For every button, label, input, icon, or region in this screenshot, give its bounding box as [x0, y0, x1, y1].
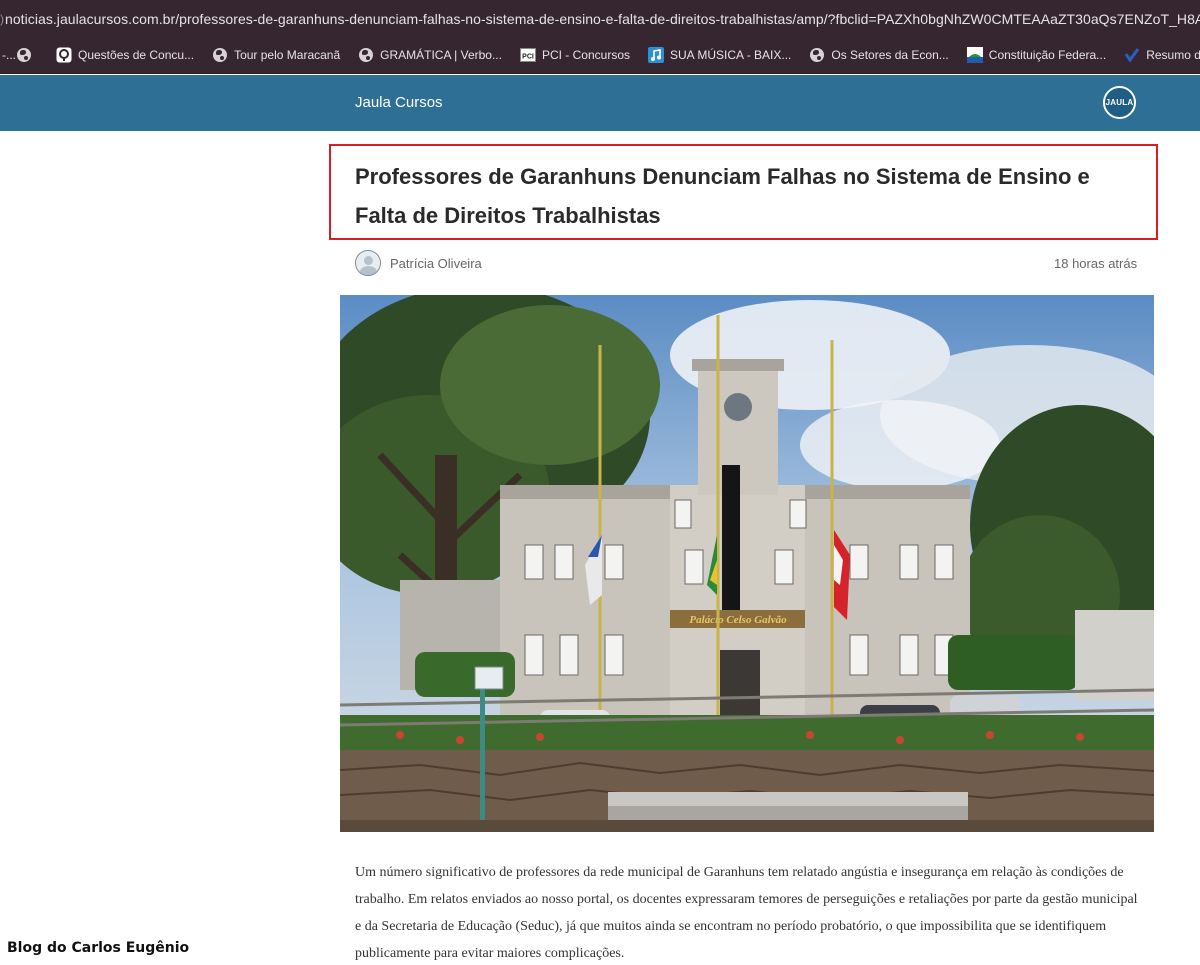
article-body: Um número significativo de professores d… [355, 865, 1138, 961]
bookmark-item-setores[interactable]: Os Setores da Econ... [809, 47, 949, 63]
site-logo[interactable]: JAULA [1103, 86, 1136, 119]
bookmark-item-resumo[interactable]: Resumo de Direito... [1124, 47, 1200, 63]
author-avatar [355, 250, 381, 276]
music-icon [648, 47, 664, 63]
watermark: Blog do Carlos Eugênio [7, 940, 190, 956]
bookmark-item-pci[interactable]: PCI PCI - Concursos [519, 47, 630, 63]
pci-icon: PCI [519, 47, 536, 63]
bookmark-label: Tour pelo Maracanã [234, 48, 341, 62]
bookmark-item-gramatica[interactable]: GRAMÁTICA | Verbo... [358, 47, 502, 63]
bookmark-label: PCI - Concursos [541, 48, 630, 62]
check-icon [1124, 47, 1140, 63]
globe-icon [16, 47, 32, 63]
author-name[interactable]: Patrícia Oliveira [390, 256, 482, 271]
site-title-link[interactable]: Jaula Cursos [355, 94, 443, 111]
bookmark-label: Os Setores da Econ... [831, 48, 949, 62]
address-bar[interactable]: ) noticias.jaulacursos.com.br/professore… [0, 0, 1200, 37]
bookmark-label: GRAMÁTICA | Verbo... [380, 48, 502, 62]
bookmark-item-tour[interactable]: Tour pelo Maracanã [212, 47, 340, 63]
bookmark-label: SUA MÚSICA - BAIX... [670, 48, 792, 62]
bookmark-item-constituicao[interactable]: Constituição Federa... [966, 47, 1107, 63]
quiz-icon [56, 47, 72, 63]
bookmark-item-0[interactable] [16, 47, 38, 63]
bookmark-label: Constituição Federa... [988, 48, 1107, 62]
url-text[interactable]: noticias.jaulacursos.com.br/professores-… [4, 11, 1200, 27]
bookmark-label: Questões de Concu... [78, 48, 195, 62]
globe-icon [809, 47, 825, 63]
bookmark-label: Resumo de Direito... [1146, 48, 1200, 62]
globe-icon [358, 47, 374, 63]
bookmarks-bar: -... Questões de Concu... Tour pelo Mara… [0, 37, 1200, 74]
senate-icon [966, 47, 983, 63]
bookmark-overflow-left[interactable]: -... [0, 48, 16, 62]
article-photo: Palácio Celso Galvão [340, 295, 1154, 832]
svg-text:PCI: PCI [522, 54, 534, 61]
bookmark-item-questoes[interactable]: Questões de Concu... [56, 47, 194, 63]
photo-building-sign: Palácio Celso Galvão [689, 614, 787, 626]
bookmark-item-musica[interactable]: SUA MÚSICA - BAIX... [648, 47, 791, 63]
globe-icon [212, 47, 228, 63]
site-header: Jaula Cursos JAULA [0, 75, 1200, 131]
post-time: 18 horas atrás [1054, 256, 1138, 271]
article-headline: Professores de Garanhuns Denunciam Falha… [355, 164, 1090, 228]
